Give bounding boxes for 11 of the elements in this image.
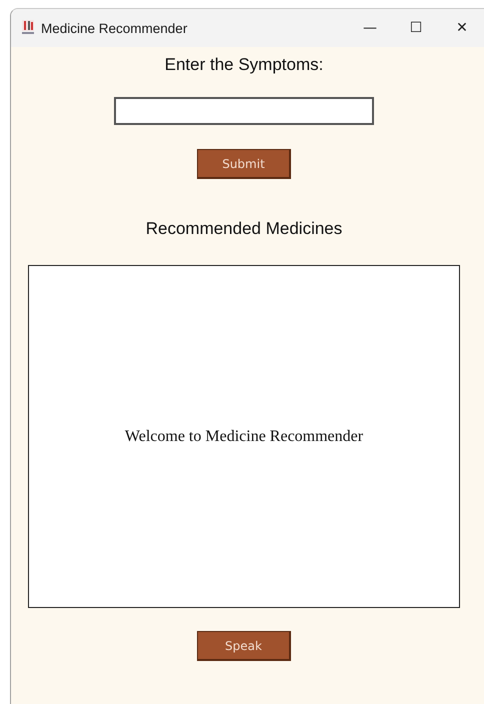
speak-button[interactable]: Speak [197, 631, 291, 661]
symptoms-label: Enter the Symptoms: [164, 55, 324, 75]
submit-button[interactable]: Submit [197, 149, 291, 179]
results-heading: Recommended Medicines [146, 219, 342, 239]
close-button[interactable]: ✕ [439, 9, 484, 47]
window-title: Medicine Recommender [41, 20, 188, 36]
minimize-button[interactable]: — [347, 9, 393, 47]
maximize-button[interactable]: ☐ [393, 9, 439, 47]
welcome-message: Welcome to Medicine Recommender [124, 428, 364, 446]
symptoms-input-field[interactable] [114, 97, 374, 125]
app-logo-icon [21, 20, 35, 36]
